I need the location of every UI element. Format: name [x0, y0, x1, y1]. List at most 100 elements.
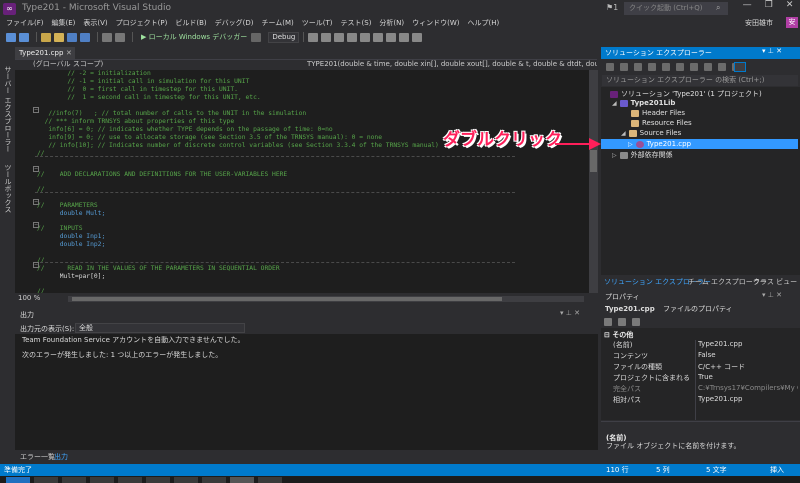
toggle-preview-icon[interactable]: [734, 62, 746, 72]
properties-object-selector[interactable]: Type201.cpp ファイルのプロパティ: [605, 304, 733, 314]
editor-vertical-scrollbar[interactable]: [589, 70, 598, 294]
toolbar-tool-icon[interactable]: [308, 32, 319, 42]
fold-marker-icon[interactable]: −: [33, 222, 39, 228]
start-button-icon[interactable]: [6, 477, 30, 483]
collapsed-arrow-icon[interactable]: ▷: [612, 152, 617, 159]
taskbar-app-icon[interactable]: [90, 477, 114, 483]
dropdown-icon[interactable]: ▾: [762, 47, 766, 55]
taskbar-app-icon[interactable]: [174, 477, 198, 483]
tab-class-view[interactable]: クラス ビュー: [753, 277, 797, 287]
taskbar-app-icon[interactable]: [34, 477, 58, 483]
back-icon[interactable]: [606, 63, 614, 71]
scope-dropdown[interactable]: (グローバル スコープ): [33, 59, 103, 70]
taskbar-app-icon[interactable]: [230, 477, 254, 483]
zoom-level[interactable]: 100 %: [18, 294, 40, 302]
editor-hscroll-thumb[interactable]: [72, 297, 502, 301]
pin-icon[interactable]: ⊥: [768, 291, 774, 299]
taskbar-app-icon[interactable]: [62, 477, 86, 483]
user-name[interactable]: 安田雄市: [745, 18, 773, 28]
back-icon[interactable]: [6, 32, 16, 42]
view-code-icon[interactable]: [718, 63, 726, 71]
forward-icon[interactable]: [19, 32, 29, 42]
taskbar-app-icon[interactable]: [202, 477, 226, 483]
property-value[interactable]: True: [698, 373, 798, 381]
editor-scroll-thumb[interactable]: [590, 150, 597, 172]
fold-marker-icon[interactable]: −: [33, 166, 39, 172]
menu-file[interactable]: ファイル(F): [6, 18, 44, 28]
tab-error-list[interactable]: エラー一覧: [20, 452, 55, 462]
alphabetical-icon[interactable]: [618, 317, 626, 326]
code-editor[interactable]: // -2 = initialization // -1 = initial c…: [15, 70, 589, 294]
dropdown-icon[interactable]: ▾: [560, 309, 564, 317]
tree-node-source-files[interactable]: ◢ Source Files: [621, 129, 681, 137]
taskbar-app-icon[interactable]: [118, 477, 142, 483]
maximize-icon[interactable]: ❐: [765, 0, 773, 14]
pin-icon[interactable]: ⊥: [768, 47, 774, 55]
undo-icon[interactable]: [102, 32, 112, 42]
menu-debug[interactable]: デバッグ(D): [215, 18, 254, 28]
new-project-icon[interactable]: [41, 32, 51, 42]
dropdown-icon[interactable]: ▾: [762, 291, 766, 299]
solution-search-input[interactable]: ソリューション エクスプローラー の検索 (Ctrl+;): [602, 75, 798, 86]
property-value[interactable]: False: [698, 351, 798, 359]
taskbar-app-icon[interactable]: [146, 477, 170, 483]
close-icon[interactable]: ✕: [786, 0, 794, 14]
tree-node-external-dependencies[interactable]: ▷ 外部依存関係: [612, 150, 673, 160]
sync-icon[interactable]: [648, 63, 656, 71]
forward-icon[interactable]: [620, 63, 628, 71]
menu-view[interactable]: 表示(V): [83, 18, 107, 28]
menu-build[interactable]: ビルド(B): [175, 18, 206, 28]
toolbar-tool-icon[interactable]: [334, 32, 345, 42]
collapsed-arrow-icon[interactable]: ▷: [628, 141, 633, 148]
fold-marker-icon[interactable]: −: [33, 199, 39, 205]
pending-changes-icon[interactable]: [662, 63, 670, 71]
menu-analyze[interactable]: 分析(N): [379, 18, 404, 28]
open-folder-icon[interactable]: [54, 32, 64, 42]
expanded-arrow-icon[interactable]: ◢: [612, 100, 617, 107]
refresh-icon[interactable]: [676, 63, 684, 71]
toolbar-tool-icon[interactable]: [360, 32, 371, 42]
toolbar-tool-icon[interactable]: [386, 32, 397, 42]
minimize-icon[interactable]: —: [743, 0, 752, 14]
attach-icon[interactable]: [251, 32, 262, 42]
home-icon[interactable]: [634, 63, 642, 71]
toolbar-tool-icon[interactable]: [399, 32, 410, 42]
save-all-icon[interactable]: [80, 32, 90, 42]
pin-icon[interactable]: ⊥: [566, 309, 572, 317]
start-debugging-button[interactable]: ▶ ローカル Windows デバッガー: [141, 32, 247, 42]
tree-node-solution[interactable]: ソリューション 'Type201' (1 プロジェクト): [610, 89, 762, 99]
categorized-icon[interactable]: [604, 317, 612, 326]
save-icon[interactable]: [67, 32, 77, 42]
collapse-all-icon[interactable]: [690, 63, 698, 71]
output-text-area[interactable]: Team Foundation Service アカウントを自動入力できませんで…: [15, 334, 598, 450]
close-icon[interactable]: ✕: [776, 47, 782, 55]
toolbar-tool-icon[interactable]: [412, 32, 423, 42]
property-pages-icon[interactable]: [632, 317, 640, 326]
taskbar-app-icon[interactable]: [258, 477, 282, 483]
fold-marker-icon[interactable]: −: [33, 262, 39, 268]
menu-project[interactable]: プロジェクト(P): [116, 18, 168, 28]
close-icon[interactable]: ✕: [776, 291, 782, 299]
tab-output[interactable]: 出力: [54, 452, 68, 462]
menu-help[interactable]: ヘルプ(H): [468, 18, 500, 28]
menu-team[interactable]: チーム(M): [261, 18, 293, 28]
fold-marker-icon[interactable]: −: [33, 107, 39, 113]
quick-launch-input[interactable]: クイック起動 (Ctrl+Q): [624, 2, 728, 15]
redo-icon[interactable]: [115, 32, 125, 42]
configuration-select[interactable]: Debug: [268, 31, 300, 43]
property-grid-divider[interactable]: [695, 340, 696, 420]
toolbar-tool-icon[interactable]: [373, 32, 384, 42]
property-value[interactable]: C/C++ コード: [698, 362, 798, 372]
close-icon[interactable]: ✕: [574, 309, 580, 317]
tree-node-project[interactable]: ◢ Type201Lib: [612, 99, 675, 107]
member-dropdown[interactable]: TYPE201(double & time, double xin[], dou…: [307, 59, 597, 70]
expanded-arrow-icon[interactable]: ◢: [621, 130, 626, 137]
tab-server-explorer[interactable]: サーバー エクスプローラー: [3, 66, 13, 152]
toolbar-tool-icon[interactable]: [321, 32, 332, 42]
tree-node-resource-files[interactable]: Resource Files: [631, 119, 692, 127]
close-tab-icon[interactable]: ✕: [66, 47, 72, 59]
menu-tools[interactable]: ツール(T): [302, 18, 333, 28]
property-value[interactable]: Type201.cpp: [698, 340, 798, 348]
tree-node-type201-cpp[interactable]: ▷ Type201.cpp: [628, 140, 691, 148]
tree-node-header-files[interactable]: Header Files: [631, 109, 685, 117]
